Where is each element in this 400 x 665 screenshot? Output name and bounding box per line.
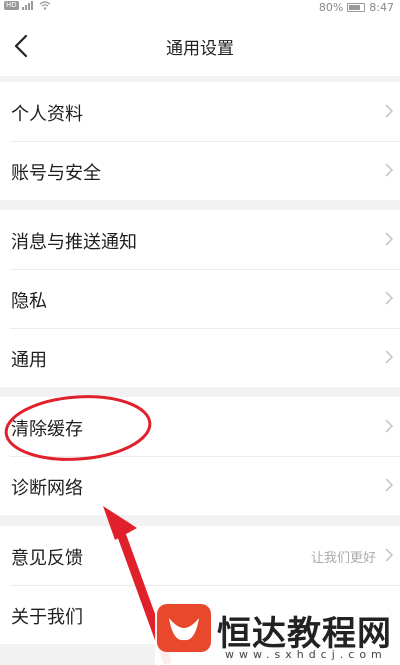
- status-left: HD: [4, 1, 51, 10]
- settings-group-general: 消息与推送通知 隐私 通用: [0, 210, 400, 387]
- battery-icon: [347, 3, 366, 12]
- chevron-right-icon: [385, 350, 394, 364]
- hd-badge: HD: [4, 1, 19, 10]
- chevron-right-icon: [385, 478, 394, 492]
- row-privacy[interactable]: 隐私: [0, 269, 400, 328]
- row-label: 关于我们: [11, 607, 83, 628]
- page-title: 通用设置: [166, 39, 234, 59]
- chevron-right-icon: [385, 291, 394, 305]
- settings-group-profile: 个人资料 账号与安全: [0, 82, 400, 200]
- status-bar: HD 80% 8:47: [0, 0, 400, 16]
- chevron-right-icon: [385, 163, 394, 177]
- row-label: 清除缓存: [11, 419, 83, 440]
- watermark: 恒达教程网 www.sxhdcj.com: [155, 598, 400, 665]
- row-label: 隐私: [11, 291, 47, 312]
- wifi-icon: [39, 1, 51, 10]
- row-network-diagnosis[interactable]: 诊断网络: [0, 456, 400, 515]
- chevron-right-icon: [385, 548, 394, 562]
- row-label: 个人资料: [11, 104, 83, 125]
- row-account-security[interactable]: 账号与安全: [0, 141, 400, 200]
- row-label: 诊断网络: [11, 478, 83, 499]
- row-general[interactable]: 通用: [0, 328, 400, 387]
- settings-group-maintenance: 清除缓存 诊断网络: [0, 397, 400, 515]
- row-personal-info[interactable]: 个人资料: [0, 82, 400, 141]
- clock: 8:47: [369, 1, 394, 14]
- row-clear-cache[interactable]: 清除缓存: [0, 397, 400, 456]
- signal-icon: [21, 1, 33, 10]
- battery-percent: 80%: [318, 1, 344, 14]
- row-label: 消息与推送通知: [11, 232, 137, 253]
- row-label: 账号与安全: [11, 163, 101, 184]
- row-label: 通用: [11, 350, 47, 371]
- chevron-right-icon: [385, 419, 394, 433]
- row-label: 意见反馈: [11, 548, 83, 569]
- status-right: 80% 8:47: [319, 1, 394, 14]
- nav-bar: 通用设置: [0, 16, 400, 76]
- chevron-right-icon: [385, 104, 394, 118]
- watermark-logo-icon: [157, 604, 211, 652]
- row-hint: 让我们更好: [310, 551, 376, 566]
- row-notifications[interactable]: 消息与推送通知: [0, 210, 400, 269]
- watermark-url: www.sxhdcj.com: [225, 648, 387, 661]
- row-feedback[interactable]: 意见反馈 让我们更好: [0, 526, 400, 585]
- chevron-right-icon: [385, 232, 394, 246]
